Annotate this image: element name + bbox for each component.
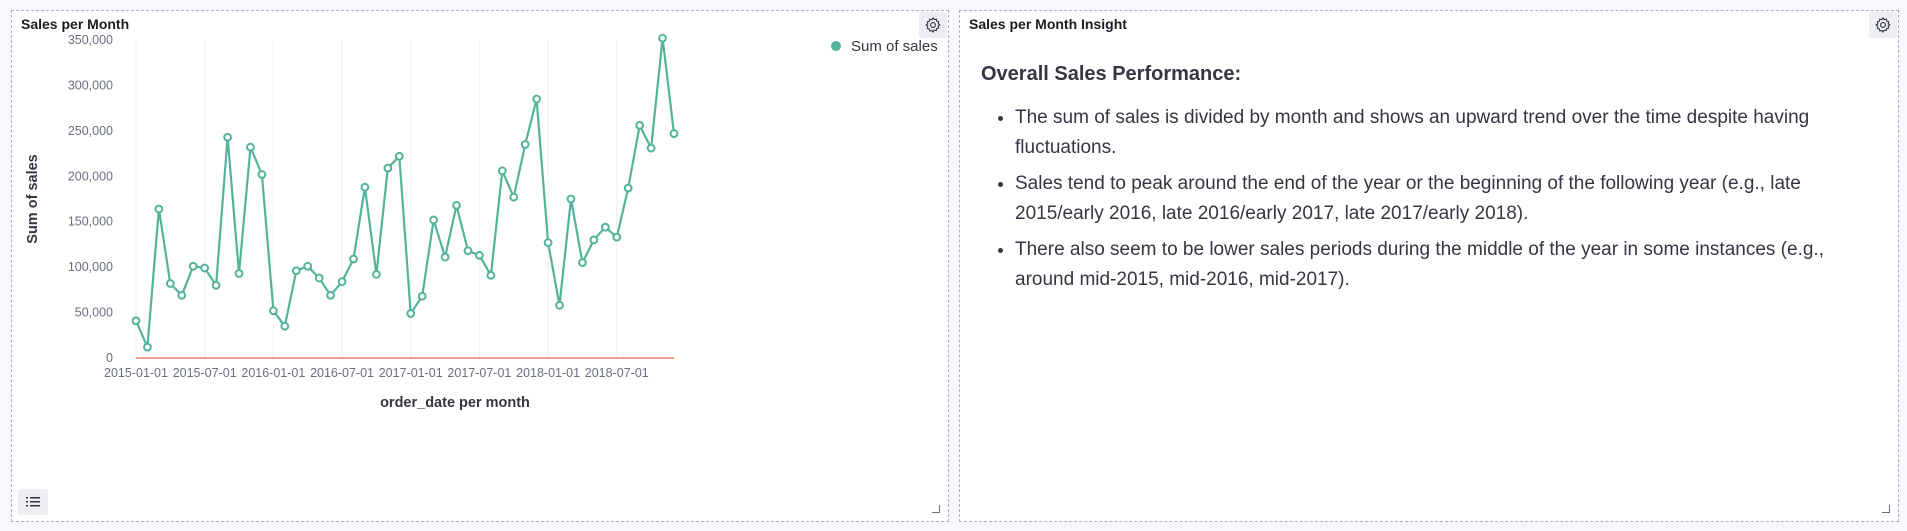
sales-line-chart: 2015-01-01 2015-07-01 2016-01-01 2016-07-01… — [25, 33, 938, 411]
y-tick-label: 350,000 — [68, 33, 113, 47]
data-point — [623, 183, 633, 193]
data-point — [223, 132, 232, 142]
data-point — [589, 235, 599, 245]
data-point — [177, 290, 187, 300]
data-point — [211, 280, 221, 290]
data-point — [646, 143, 656, 153]
data-point — [612, 232, 622, 242]
data-point — [371, 270, 381, 279]
data-point — [509, 192, 519, 202]
data-point — [555, 300, 564, 310]
panel-settings-button[interactable] — [1869, 12, 1897, 38]
data-point — [463, 246, 473, 256]
series-line — [134, 37, 676, 349]
legend-toggle-button[interactable] — [18, 489, 48, 515]
x-tick-label: 2016-01-01 — [241, 366, 305, 380]
sales-per-month-panel: Sales per Month 2015-01-01 2015-07-01 2016… — [11, 10, 949, 522]
data-point — [406, 309, 416, 318]
x-tick-label: 2018-01-01 — [516, 366, 580, 380]
x-tick-label: 2017-07-01 — [447, 366, 511, 380]
data-point — [520, 140, 530, 149]
y-tick-label: 200,000 — [68, 169, 113, 183]
x-tick-label: 2015-01-01 — [104, 366, 168, 380]
data-point — [543, 238, 553, 248]
legend-label: Sum of sales — [851, 38, 938, 55]
data-point — [154, 204, 164, 214]
insight-text: Overall Sales Performance: The sum of sa… — [981, 59, 1878, 301]
data-point — [326, 290, 335, 300]
panel-title: Sales per Month Insight — [969, 16, 1127, 32]
y-tick-label: 50,000 — [75, 306, 113, 320]
data-point — [165, 279, 175, 288]
data-point — [600, 222, 610, 232]
data-point — [303, 261, 313, 271]
data-point — [188, 261, 198, 271]
data-point — [337, 277, 347, 287]
resize-corner-icon[interactable] — [932, 505, 940, 513]
data-point — [143, 342, 152, 352]
insight-bullet: Sales tend to peak around the end of the… — [1015, 169, 1878, 229]
insight-list: The sum of sales is divided by month and… — [981, 103, 1878, 295]
data-point — [246, 142, 255, 152]
x-tick-label: 2016-07-01 — [310, 366, 374, 380]
y-axis-title: Sum of sales — [25, 154, 41, 243]
data-point — [566, 194, 576, 204]
data-point — [200, 263, 210, 273]
insight-heading: Overall Sales Performance: — [981, 63, 1242, 85]
data-point — [383, 163, 393, 173]
data-point — [475, 250, 484, 260]
data-point — [268, 306, 278, 316]
x-tick-label: 2015-07-01 — [173, 366, 237, 380]
data-point — [635, 121, 645, 130]
y-tick-label: 0 — [106, 351, 113, 365]
data-point — [440, 252, 450, 262]
data-point — [291, 266, 301, 276]
data-point — [280, 321, 290, 331]
data-point — [497, 166, 507, 176]
insight-bullet: There also seem to be lower sales period… — [1015, 235, 1878, 295]
x-axis-title: order_date per month — [380, 395, 530, 411]
data-point — [314, 273, 324, 283]
data-point — [669, 129, 679, 138]
resize-corner-icon[interactable] — [1882, 505, 1890, 513]
y-tick-label: 250,000 — [68, 124, 113, 138]
data-point — [131, 316, 141, 326]
y-tick-label: 300,000 — [68, 78, 113, 92]
data-point — [486, 270, 496, 280]
data-point — [349, 254, 358, 264]
data-point — [417, 291, 427, 301]
data-point — [532, 94, 542, 104]
data-point — [429, 215, 439, 225]
x-tick-label: 2017-01-01 — [379, 366, 443, 380]
gear-icon — [1875, 17, 1891, 33]
y-tick-label: 150,000 — [68, 215, 113, 229]
data-point — [452, 200, 461, 210]
list-icon — [26, 497, 40, 507]
y-tick-label: 100,000 — [68, 260, 113, 274]
data-point — [658, 33, 667, 43]
data-point — [360, 182, 370, 192]
data-point — [578, 258, 587, 268]
sales-insight-panel: Sales per Month Insight Overall Sales Pe… — [959, 10, 1899, 522]
data-point — [394, 151, 404, 161]
data-point — [257, 170, 267, 179]
x-tick-label: 2018-07-01 — [585, 366, 649, 380]
insight-bullet: The sum of sales is divided by month and… — [1015, 103, 1878, 163]
data-point — [234, 269, 244, 278]
legend-marker — [831, 41, 841, 51]
